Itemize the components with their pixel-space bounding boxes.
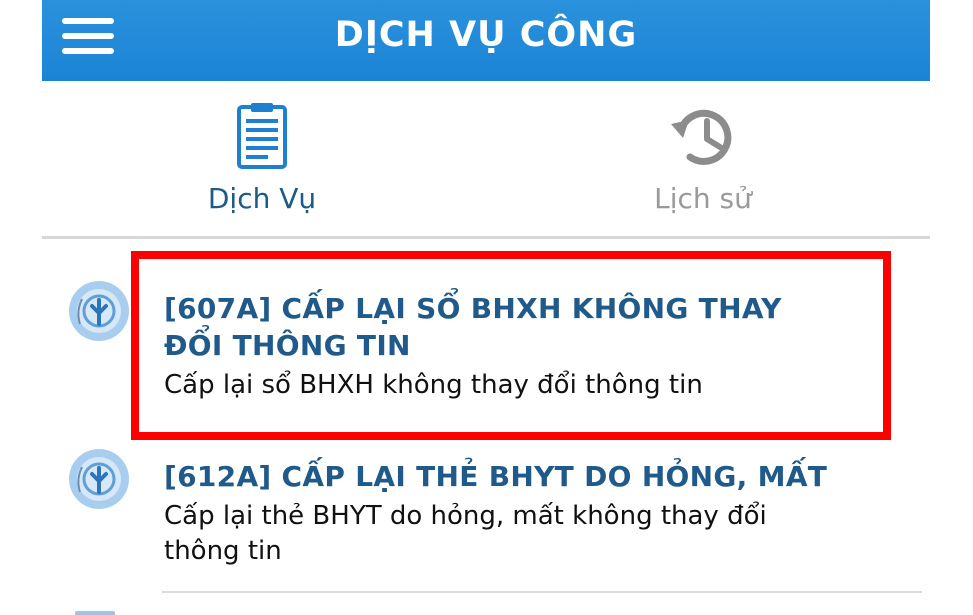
next-item-logo-edge	[75, 611, 115, 615]
service-item-607a[interactable]: [607A] CẤP LẠI SỔ BHXH KHÔNG THAY ĐỔI TH…	[60, 280, 900, 430]
service-title: [607A] CẤP LẠI SỔ BHXH KHÔNG THAY ĐỔI TH…	[164, 292, 782, 362]
bhxh-logo-icon	[69, 281, 129, 341]
tab-services[interactable]: Dịch Vụ	[162, 95, 362, 225]
service-item-612a[interactable]: [612A] CẤP LẠI THẺ BHYT DO HỎNG, MẤT Cấp…	[60, 448, 900, 588]
clipboard-document-icon	[237, 103, 287, 169]
service-description: Cấp lại thẻ BHYT do hỏng, mất không thay…	[164, 501, 767, 566]
list-divider	[162, 591, 922, 593]
history-icon	[671, 109, 732, 165]
public-service-screen: DỊCH VỤ CÔNG Dịch Vụ Lịch sử [607A] CẤP …	[0, 0, 973, 615]
app-header: DỊCH VỤ CÔNG	[42, 0, 930, 81]
service-title: [612A] CẤP LẠI THẺ BHYT DO HỎNG, MẤT	[164, 460, 828, 493]
tab-history[interactable]: Lịch sử	[603, 95, 803, 225]
tab-services-label: Dịch Vụ	[207, 182, 317, 215]
bhxh-logo-icon	[69, 449, 129, 509]
service-item-text: [612A] CẤP LẠI THẺ BHYT DO HỎNG, MẤT Cấp…	[164, 458, 844, 569]
service-item-text: [607A] CẤP LẠI SỔ BHXH KHÔNG THAY ĐỔI TH…	[164, 290, 844, 403]
page-title: DỊCH VỤ CÔNG	[334, 15, 638, 55]
service-description: Cấp lại sổ BHXH không thay đổi thông tin	[164, 370, 703, 400]
tabs-divider	[42, 236, 930, 239]
tab-history-label: Lịch sử	[654, 182, 752, 215]
